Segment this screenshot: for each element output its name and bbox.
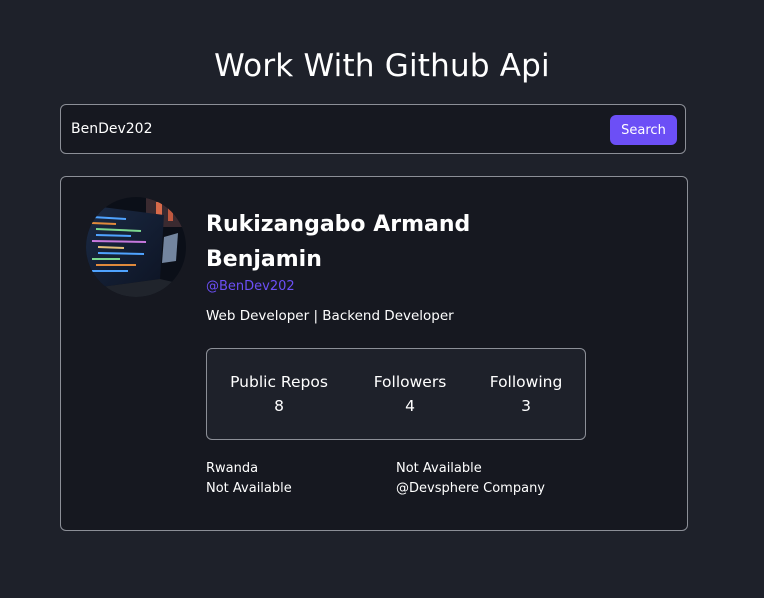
profile-blog: Not Available <box>206 481 292 496</box>
search-input[interactable] <box>71 117 591 141</box>
stat-value: 4 <box>405 397 415 415</box>
stat-value: 8 <box>274 397 284 415</box>
stat-value: 3 <box>521 397 531 415</box>
profile-twitter: Not Available <box>396 461 482 476</box>
avatar-image <box>86 197 186 297</box>
stat-label: Public Repos <box>230 373 328 391</box>
stat-following: Following 3 <box>466 371 586 419</box>
profile-bio: Web Developer | Backend Developer <box>206 308 454 324</box>
profile-username-link[interactable]: @BenDev202 <box>206 279 295 294</box>
stats-panel: Public Repos 8 Followers 4 Following 3 <box>206 348 586 440</box>
search-bar: Search <box>60 104 686 154</box>
profile-card: Rukizangabo Armand Benjamin @BenDev202 W… <box>60 176 688 531</box>
stat-public-repos: Public Repos 8 <box>219 371 339 419</box>
profile-location: Rwanda <box>206 461 259 476</box>
avatar <box>86 197 186 297</box>
stat-label: Following <box>489 373 563 391</box>
page-title: Work With Github Api <box>214 48 550 84</box>
profile-company: @Devsphere Company <box>396 481 545 496</box>
search-button[interactable]: Search <box>610 115 677 145</box>
stat-label: Followers <box>373 373 447 391</box>
profile-name: Rukizangabo Armand Benjamin <box>206 212 471 272</box>
stat-followers: Followers 4 <box>350 371 470 419</box>
